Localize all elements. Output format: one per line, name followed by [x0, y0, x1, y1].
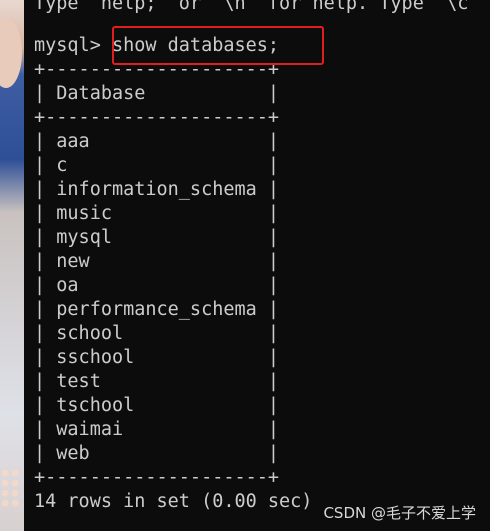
- table-row: | c |: [34, 155, 280, 176]
- table-row: | test |: [34, 371, 280, 392]
- command-highlight-box: [112, 26, 324, 65]
- table-row: | web |: [34, 443, 280, 464]
- mysql-prompt: mysql>: [34, 35, 112, 56]
- wallpaper-photo: [0, 18, 22, 88]
- table-row: | music |: [34, 203, 280, 224]
- table-border-bottom: +--------------------+: [34, 467, 280, 488]
- table-row: | information_schema |: [34, 179, 280, 200]
- terminal-line-cut: Type help; or \h for help. Type \c: [34, 0, 469, 14]
- table-row: | school |: [34, 323, 280, 344]
- table-row: | waimai |: [34, 419, 280, 440]
- table-row: | tschool |: [34, 395, 280, 416]
- csdn-watermark: CSDN @毛子不爱上学: [323, 504, 476, 522]
- table-row: | oa |: [34, 275, 280, 296]
- table-row: | sschool |: [34, 347, 280, 368]
- table-row: | performance_schema |: [34, 299, 280, 320]
- wallpaper-decoration: [2, 470, 22, 510]
- result-summary: 14 rows in set (0.00 sec): [34, 491, 313, 512]
- desktop-wallpaper: [0, 0, 24, 531]
- table-header: | Database |: [34, 83, 280, 104]
- table-border-header: +--------------------+: [34, 107, 280, 128]
- table-row: | aaa |: [34, 131, 280, 152]
- table-row: | mysql |: [34, 227, 280, 248]
- table-row: | new |: [34, 251, 280, 272]
- terminal-window[interactable]: Type help; or \h for help. Type \c mysql…: [24, 0, 490, 531]
